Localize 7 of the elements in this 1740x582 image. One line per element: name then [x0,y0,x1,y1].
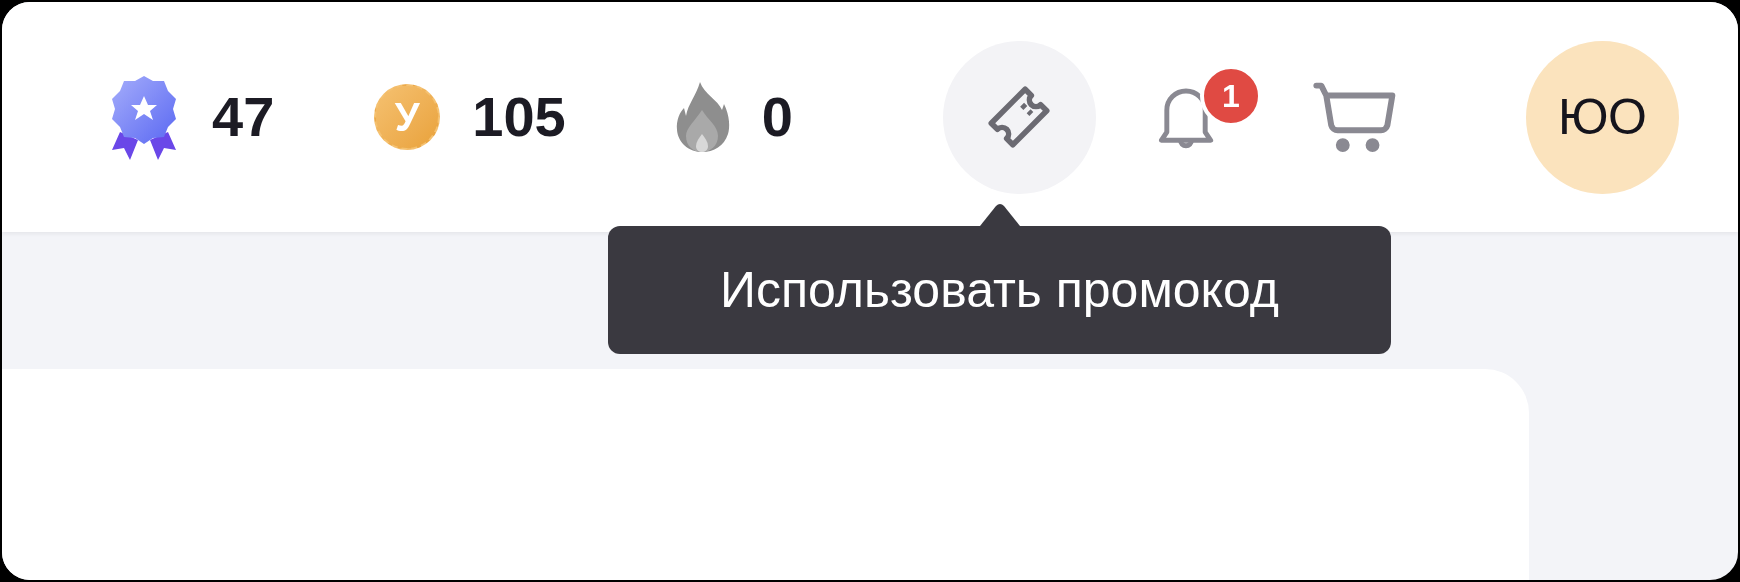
stat-value: 0 [761,84,793,150]
user-avatar[interactable]: ЮО [1525,40,1679,194]
stat-value: 105 [472,84,566,150]
tooltip-arrow [979,202,1020,226]
tooltip: Использовать промокод [608,226,1391,354]
stat-value: 47 [212,84,275,150]
coin-icon: У [374,84,441,150]
